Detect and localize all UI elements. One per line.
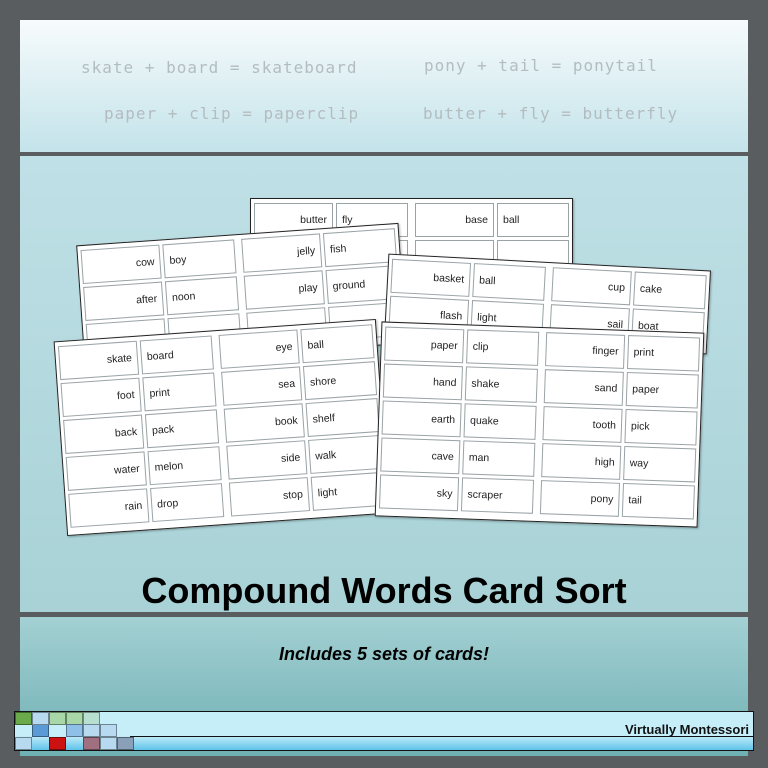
word-card: ball	[300, 324, 375, 364]
logo-square	[100, 724, 117, 737]
logo-square	[15, 737, 32, 750]
word-card: paper	[384, 326, 465, 364]
word-card: drop	[150, 483, 225, 523]
card-sheet: paper clip finger print hand shake sand paper ea…	[374, 321, 705, 528]
word-card: finger	[545, 332, 626, 369]
word-card: boy	[162, 239, 237, 279]
example: paper + clip = paperclip	[104, 104, 360, 123]
word-card: ball	[472, 263, 546, 301]
logo-square	[83, 737, 100, 750]
word-card: board	[139, 335, 214, 375]
word-card: base	[415, 203, 494, 237]
logo-square	[32, 712, 49, 725]
word-card: paper	[625, 372, 699, 409]
word-card: eye	[218, 329, 300, 369]
word-card: fish	[322, 228, 398, 268]
word-card: sand	[543, 369, 624, 406]
word-card: pick	[624, 408, 698, 446]
word-card: pony	[539, 480, 621, 517]
word-card: sky	[378, 474, 460, 512]
word-card: skate	[57, 340, 140, 381]
word-card: play	[243, 270, 325, 310]
word-card: man	[462, 440, 536, 477]
card-sheet: skate board eye ball foot print sea shore back pa…	[53, 318, 390, 537]
word-card: ball	[497, 203, 569, 237]
word-card: jelly	[241, 233, 323, 273]
logo-square	[66, 724, 83, 737]
logo-square	[15, 712, 32, 725]
word-card: rain	[68, 488, 150, 528]
word-card: stop	[228, 477, 311, 517]
word-card: way	[623, 445, 697, 483]
card-row: sky scraper pony tail	[378, 474, 695, 520]
word-card: sea	[221, 366, 303, 406]
word-card: cake	[633, 271, 707, 310]
word-card: shake	[464, 366, 538, 403]
word-card: after	[83, 281, 165, 321]
logo-square	[49, 712, 66, 725]
logo-square	[117, 737, 134, 750]
word-card: pack	[144, 409, 220, 449]
cover-frame: skate + board = skateboard pony + tail =…	[12, 12, 756, 756]
examples-panel: skate + board = skateboard pony + tail =…	[20, 20, 748, 152]
word-card: noon	[164, 276, 240, 316]
word-card: foot	[60, 377, 142, 418]
word-card: cave	[380, 437, 461, 475]
word-card: cup	[551, 267, 632, 306]
logo-square	[49, 737, 66, 750]
logo-square	[83, 724, 100, 737]
word-card: book	[223, 403, 305, 443]
word-card: shelf	[305, 398, 380, 437]
word-card: quake	[463, 403, 537, 440]
word-card: tail	[621, 482, 695, 520]
word-card: walk	[308, 434, 383, 474]
logo-square	[100, 737, 117, 750]
example: skate + board = skateboard	[81, 58, 358, 77]
footer-banner: Virtually Montessori	[14, 711, 754, 751]
word-card: scraper	[460, 477, 535, 514]
brand-name: Virtually Montessori	[624, 722, 749, 737]
word-card: basket	[390, 258, 472, 297]
word-card: tooth	[542, 406, 623, 443]
word-card: water	[65, 451, 147, 491]
word-card: hand	[382, 363, 463, 401]
word-card: light	[310, 471, 385, 511]
subtitle: Includes 5 sets of cards!	[278, 644, 490, 664]
word-card: print	[142, 372, 217, 412]
word-card: back	[63, 414, 145, 454]
page-title: Compound Words Card Sort	[141, 570, 627, 611]
word-card: shore	[302, 361, 378, 401]
word-card: print	[626, 335, 701, 372]
example: pony + tail = ponytail	[424, 56, 658, 75]
word-card: earth	[381, 400, 462, 438]
logo-square	[32, 724, 49, 737]
word-card: melon	[147, 446, 222, 486]
example: butter + fly = butterfly	[423, 104, 679, 123]
word-card: cow	[80, 244, 162, 285]
word-card: clip	[466, 329, 540, 366]
word-card: side	[226, 440, 308, 480]
word-card: high	[541, 443, 622, 480]
